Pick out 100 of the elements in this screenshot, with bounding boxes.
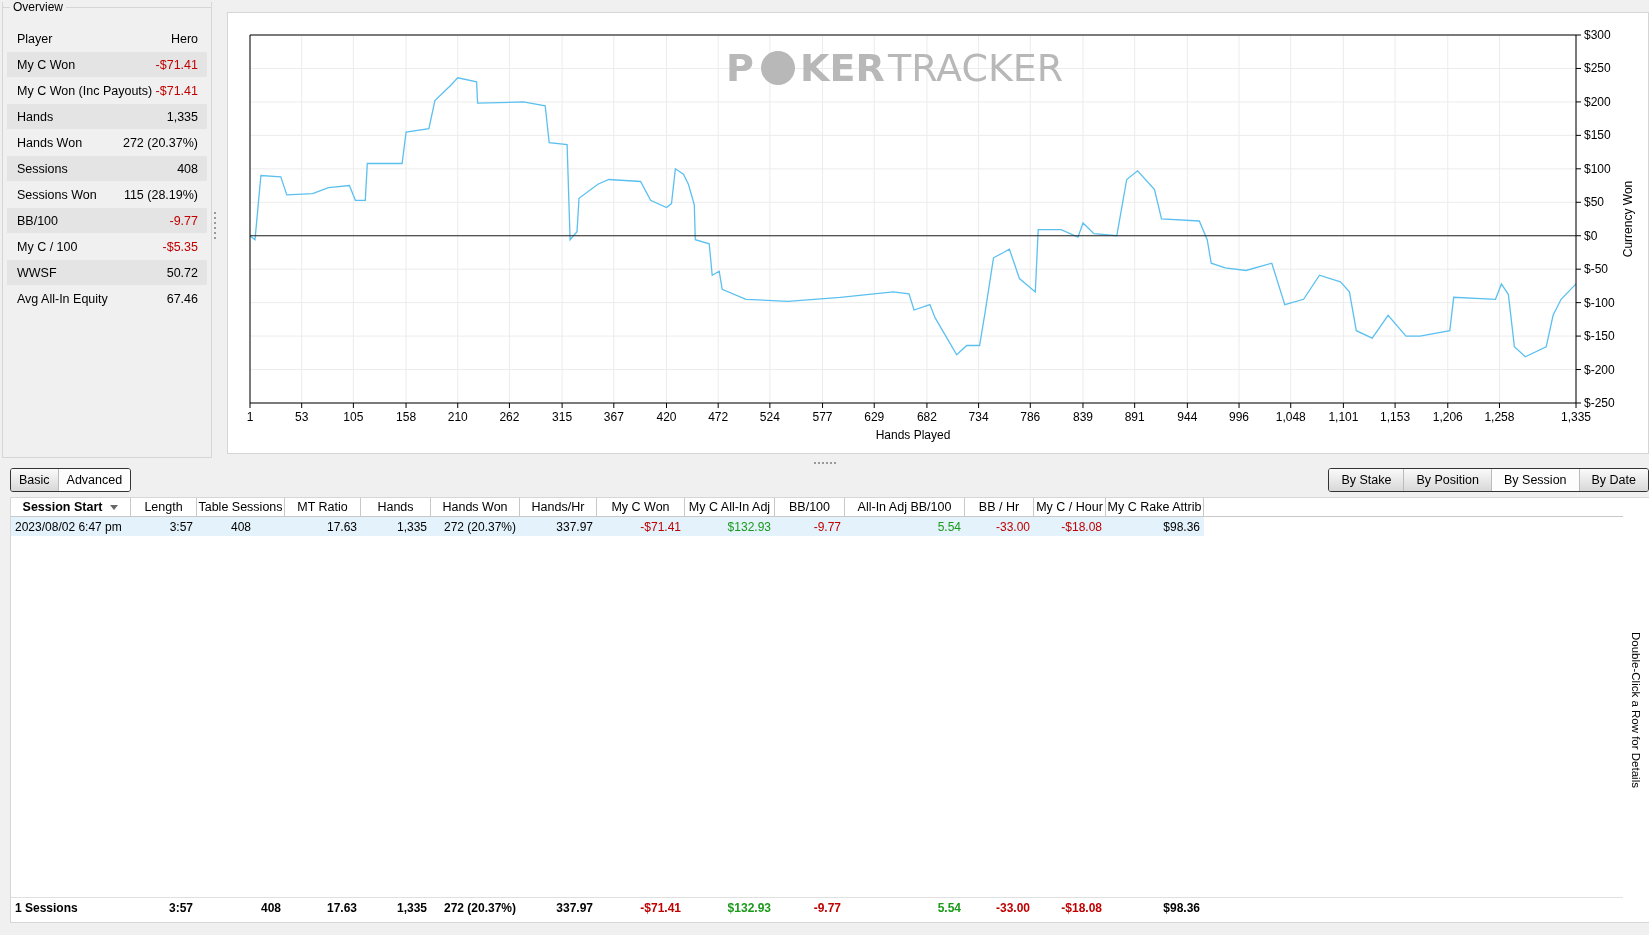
stat-label: Hands <box>17 109 54 124</box>
group-tab[interactable]: By Position <box>1403 469 1491 491</box>
stat-value: 408 <box>177 161 198 176</box>
stat-value: -$71.41 <box>155 57 198 72</box>
total-cell-text: 408 <box>259 900 282 917</box>
stat-label: Sessions Won <box>17 187 97 202</box>
total-cell-text: -$18.08 <box>1060 900 1103 917</box>
view-tab[interactable]: Basic <box>11 469 58 491</box>
total-cell-text: -$71.41 <box>639 900 682 917</box>
stat-label: Player <box>17 31 53 46</box>
stat-value: -$71.41 <box>155 83 198 98</box>
y-tick-label: $100 <box>1584 161 1611 176</box>
column-header[interactable]: Hands Won <box>431 498 520 516</box>
x-tick-label: 315 <box>552 410 573 424</box>
chart-logo: P KERTRACKER <box>726 46 1064 90</box>
total-cell-text: 1 Sessions <box>14 900 79 917</box>
table-cell-text: 1,335 <box>395 518 428 536</box>
table-cell-text: 272 (20.37%) <box>442 518 517 536</box>
x-tick-label: 944 <box>1177 410 1198 424</box>
column-header[interactable]: Hands <box>361 498 431 516</box>
x-tick-label: 420 <box>656 410 677 424</box>
column-header[interactable]: My C / Hour <box>1034 498 1106 516</box>
x-axis-title: Hands Played <box>875 428 951 442</box>
column-header[interactable]: Length <box>131 498 197 516</box>
x-tick-label: 210 <box>447 410 468 424</box>
x-tick-label: 1,258 <box>1484 410 1515 424</box>
column-header[interactable]: My C Won <box>597 498 685 516</box>
stat-label: Sessions <box>17 161 68 176</box>
x-tick-label: 367 <box>603 410 624 424</box>
table-cell-text: -$18.08 <box>1060 518 1103 536</box>
x-tick-label: 1,335 <box>1561 410 1591 424</box>
total-cell-text: $132.93 <box>726 900 772 917</box>
column-header[interactable]: Session Start <box>11 498 131 516</box>
table-cell-text: 337.97 <box>555 518 594 536</box>
table-cell-text: 408 <box>230 518 252 536</box>
x-tick-label: 891 <box>1124 410 1145 424</box>
table-cell-text: 17.63 <box>325 518 358 536</box>
x-tick-label: 996 <box>1229 410 1250 424</box>
x-tick-label: 1 <box>246 410 254 424</box>
column-header[interactable]: BB/100 <box>775 498 845 516</box>
table-cell-text: 2023/08/02 6:47 pm <box>14 518 123 536</box>
y-tick-label: $-100 <box>1584 295 1615 310</box>
total-cell-text: 272 (20.37%) <box>442 900 517 917</box>
total-cell-text: 337.97 <box>555 900 594 917</box>
stat-value: -9.77 <box>169 213 198 228</box>
table-row[interactable]: 2023/08/02 6:47 pm 3:57 408 17.63 1,335 272 (20.37%) 337.97 -$71.41 $132.93 -9.77 5.54 -33.00 -$18.08 $98.36 <box>11 517 1204 536</box>
column-header[interactable]: BB / Hr <box>965 498 1034 516</box>
x-tick-label: 629 <box>864 410 885 424</box>
stat-label: My C / 100 <box>17 239 78 254</box>
x-tick-label: 1,206 <box>1432 410 1463 424</box>
y-tick-label: $300 <box>1584 28 1611 42</box>
column-header[interactable]: My C Rake Attrib <box>1106 498 1204 516</box>
y-tick-label: $-250 <box>1584 396 1615 410</box>
table-cell-text: -9.77 <box>812 518 842 536</box>
y-tick-label: $0 <box>1584 228 1598 243</box>
table-cell-text: $98.36 <box>1162 518 1201 536</box>
group-tab[interactable]: By Date <box>1578 469 1648 491</box>
x-tick-label: 105 <box>343 410 364 424</box>
stat-value: 67.46 <box>166 291 198 306</box>
y-tick-label: $150 <box>1584 128 1611 143</box>
x-tick-label: 839 <box>1072 410 1093 424</box>
x-tick-label: 734 <box>968 410 989 424</box>
table-cell-text: $132.93 <box>726 518 772 536</box>
y-tick-label: $-150 <box>1584 329 1615 344</box>
stat-value: 272 (20.37%) <box>122 135 198 150</box>
stat-value: 1,335 <box>166 109 198 124</box>
group-tab[interactable]: By Stake <box>1329 469 1404 491</box>
x-tick-label: 158 <box>396 410 417 424</box>
total-cell-text: 1,335 <box>395 900 428 917</box>
stat-label: Avg All-In Equity <box>17 291 108 306</box>
sort-caret-icon <box>110 504 119 510</box>
x-tick-label: 786 <box>1020 410 1041 424</box>
stat-label: My C Won (Inc Payouts) <box>17 83 153 98</box>
stat-label: WWSF <box>17 265 57 280</box>
table-cell-text: -$71.41 <box>639 518 682 536</box>
panel-title: Overview <box>10 0 66 14</box>
stat-label: My C Won <box>17 57 76 72</box>
total-cell-text: 3:57 <box>167 900 194 917</box>
stat-value: 50.72 <box>166 265 198 280</box>
x-tick-label: 262 <box>499 410 520 424</box>
y-tick-label: $50 <box>1584 195 1605 210</box>
x-tick-label: 1,048 <box>1275 410 1306 424</box>
stat-label: Hands Won <box>17 135 83 150</box>
y-tick-label: $200 <box>1584 94 1611 109</box>
column-header[interactable]: Hands/Hr <box>520 498 597 516</box>
x-tick-label: 577 <box>812 410 833 424</box>
stat-value: Hero <box>170 31 198 46</box>
y-tick-label: $-200 <box>1584 362 1615 377</box>
view-tab[interactable]: Advanced <box>57 469 131 491</box>
table-cell-text: 5.54 <box>936 518 962 536</box>
x-tick-label: 1,153 <box>1380 410 1411 424</box>
splitter-grip-icon[interactable] <box>214 211 217 239</box>
column-header[interactable]: MT Ratio <box>285 498 361 516</box>
column-header[interactable]: My C All-In Adj <box>685 498 775 516</box>
column-header[interactable]: Table Sessions <box>197 498 285 516</box>
y-axis-title: Currency Won <box>1621 180 1635 258</box>
total-cell-text: -33.00 <box>994 900 1031 917</box>
column-header[interactable]: All-In Adj BB/100 <box>845 498 965 516</box>
table-cell-text: 3:57 <box>168 518 194 536</box>
group-tab[interactable]: By Session <box>1491 469 1579 491</box>
